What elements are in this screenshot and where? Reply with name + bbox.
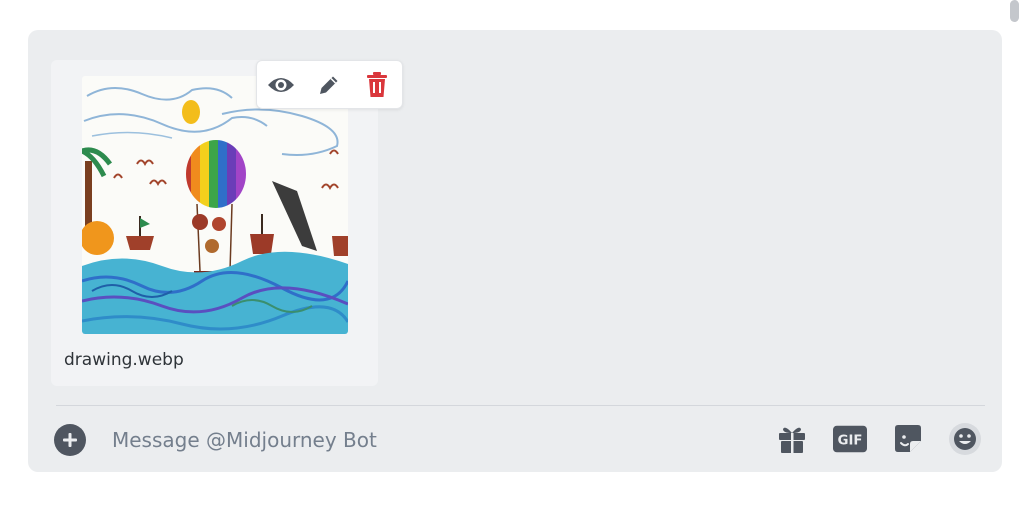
remove-attachment-button[interactable] [361,69,393,101]
attachment-thumbnail[interactable] [82,76,348,334]
upload-button[interactable] [54,424,86,456]
scrollbar-thumb[interactable] [1010,0,1019,22]
view-attachment-button[interactable] [265,69,297,101]
gif-label: GIF [838,434,863,449]
gift-icon [779,427,805,453]
eye-icon [268,78,294,92]
emoji-icon [949,423,981,455]
child-drawing-image [82,76,348,334]
edit-attachment-button[interactable] [313,69,345,101]
sticker-button[interactable] [891,422,925,456]
message-input[interactable] [112,422,712,458]
attachment-file-name: drawing.webp [64,350,184,370]
pencil-icon [320,76,338,94]
trash-icon [367,72,387,97]
chat-page: drawing.webp Message @Midjourney Bot GIF [0,0,1024,509]
gif-button[interactable]: GIF [833,422,867,456]
gift-button[interactable] [775,422,809,456]
emoji-button[interactable] [948,422,982,456]
sticker-icon [895,425,921,452]
gif-icon: GIF [833,425,867,453]
attachment-actions-toolbar [256,60,403,109]
composer-divider [56,405,985,406]
